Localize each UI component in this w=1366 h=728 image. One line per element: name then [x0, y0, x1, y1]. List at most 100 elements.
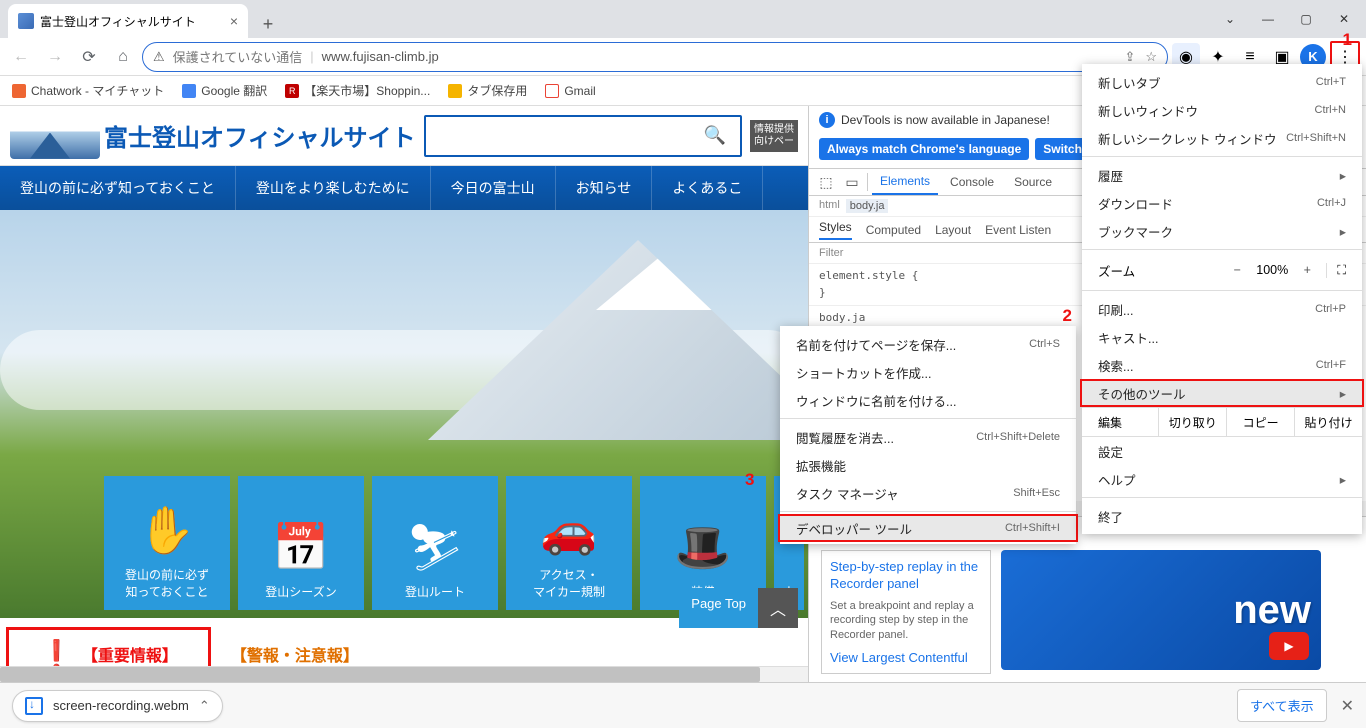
submenu-extensions[interactable]: 拡張機能 — [780, 451, 1076, 479]
download-bar: screen-recording.webm ⌃ すべて表示 ✕ — [0, 682, 1366, 728]
zoom-value: 100% — [1256, 263, 1288, 277]
submenu-developer-tools[interactable]: デベロッパー ツールCtrl+Shift+I — [778, 514, 1078, 542]
menu-incognito[interactable]: 新しいシークレット ウィンドウCtrl+Shift+N — [1082, 124, 1362, 152]
menu-copy[interactable]: コピー — [1227, 408, 1295, 437]
window-titlebar: 富士登山オフィシャルサイト × + ⌄ — ▢ ✕ — [0, 0, 1366, 38]
menu-cast[interactable]: キャスト... — [1082, 323, 1362, 351]
home-button[interactable]: ⌂ — [108, 42, 138, 72]
menu-history[interactable]: 履歴▸ — [1082, 161, 1362, 189]
share-icon[interactable]: ⇪ — [1124, 49, 1135, 65]
fullscreen-icon[interactable]: ⛶ — [1326, 263, 1346, 278]
info-provider-box[interactable]: 情報提供 向けペー — [750, 120, 798, 152]
tile-season[interactable]: 📅登山シーズン — [238, 476, 364, 610]
nav-item[interactable]: 今日の富士山 — [431, 166, 556, 210]
search-icon: 🔍 — [704, 125, 726, 146]
minimize-icon[interactable]: — — [1250, 4, 1286, 34]
tab-title: 富士登山オフィシャルサイト — [40, 13, 196, 30]
menu-cut[interactable]: 切り取り — [1159, 408, 1227, 437]
site-title: 富士登山オフィシャルサイト — [104, 118, 416, 153]
bookmark-item[interactable]: タブ保存用 — [448, 82, 527, 99]
submenu-task-manager[interactable]: タスク マネージャShift+Esc — [780, 479, 1076, 507]
page-viewport: 富士登山オフィシャルサイト 🔍 情報提供 向けペー 登山の前に必ず知っておくこと… — [0, 106, 808, 682]
zoom-in-button[interactable]: + — [1296, 263, 1318, 277]
download-chip[interactable]: screen-recording.webm ⌃ — [12, 690, 223, 722]
tab-close-icon[interactable]: × — [230, 13, 238, 29]
site-logo[interactable]: 富士登山オフィシャルサイト — [10, 113, 416, 159]
subtab-eventlisteners[interactable]: Event Listen — [985, 223, 1051, 237]
bookmark-item[interactable]: Google 翻訳 — [182, 82, 267, 99]
tile-access[interactable]: 🚗アクセス・ マイカー規制 — [506, 476, 632, 610]
maximize-icon[interactable]: ▢ — [1288, 4, 1324, 34]
menu-bookmarks[interactable]: ブックマーク▸ — [1082, 217, 1362, 245]
nav-item[interactable]: よくあるこ — [652, 166, 763, 210]
security-text: 保護されていない通信 — [173, 47, 303, 66]
bookmark-item[interactable]: R【楽天市場】Shoppin... — [285, 82, 430, 99]
chevron-up-icon[interactable]: ⌃ — [199, 698, 210, 714]
menu-find[interactable]: 検索...Ctrl+F — [1082, 351, 1362, 379]
back-button[interactable]: ← — [6, 42, 36, 72]
url-text: www.fujisan-climb.jp — [322, 49, 439, 64]
star-icon[interactable]: ☆ — [1145, 49, 1157, 65]
ski-icon: ⛷ — [406, 520, 464, 575]
chevron-down-icon[interactable]: ⌄ — [1212, 4, 1248, 34]
whatsnew-card[interactable]: Step-by-step replay in the Recorder pane… — [821, 550, 991, 674]
warning-box[interactable]: 【警報・注意報】 — [231, 642, 359, 666]
annotation-1: 1 — [1343, 30, 1352, 50]
menu-paste[interactable]: 貼り付け — [1295, 408, 1362, 437]
bookmark-item[interactable]: Chatwork - マイチャット — [12, 82, 164, 99]
car-icon: 🚗 — [540, 503, 597, 558]
chevron-up-icon: ︿ — [758, 588, 798, 628]
horizontal-scrollbar[interactable] — [0, 666, 808, 682]
site-search-input[interactable]: 🔍 — [424, 115, 742, 157]
chrome-menu: 新しいタブCtrl+T 新しいウィンドウCtrl+N 新しいシークレット ウィン… — [1082, 64, 1362, 534]
close-download-bar-icon[interactable]: ✕ — [1341, 696, 1354, 716]
new-tab-button[interactable]: + — [254, 10, 282, 38]
menu-exit[interactable]: 終了 — [1082, 502, 1362, 530]
subtab-computed[interactable]: Computed — [866, 223, 921, 237]
submenu-create-shortcut[interactable]: ショートカットを作成... — [780, 358, 1076, 386]
menu-more-tools[interactable]: その他のツール▸ — [1080, 379, 1364, 407]
forward-button[interactable]: → — [40, 42, 70, 72]
menu-new-window[interactable]: 新しいウィンドウCtrl+N — [1082, 96, 1362, 124]
inspect-icon[interactable]: ⬚ — [815, 174, 837, 191]
bookmark-icon — [12, 84, 26, 98]
info-icon: i — [819, 112, 835, 128]
bookmark-item[interactable]: Gmail — [545, 84, 595, 98]
menu-downloads[interactable]: ダウンロードCtrl+J — [1082, 189, 1362, 217]
submenu-save-page[interactable]: 名前を付けてページを保存...Ctrl+S — [780, 330, 1076, 358]
gmail-icon — [545, 84, 559, 98]
whatsnew-video-thumb[interactable]: new ▶ — [1001, 550, 1321, 670]
subtab-styles[interactable]: Styles — [819, 220, 852, 240]
menu-settings[interactable]: 設定 — [1082, 437, 1362, 465]
hero-image: ✋登山の前に必ず 知っておくこと 📅登山シーズン ⛷登山ルート 🚗アクセス・ マ… — [0, 210, 808, 618]
calendar-icon: 📅 — [272, 520, 329, 575]
submenu-name-window[interactable]: ウィンドウに名前を付ける... — [780, 386, 1076, 414]
reload-button[interactable]: ⟳ — [74, 42, 104, 72]
tile-route[interactable]: ⛷登山ルート — [372, 476, 498, 610]
tab-sources[interactable]: Source — [1006, 169, 1060, 195]
annotation-3: 3 — [745, 470, 754, 490]
nav-item[interactable]: 登山をより楽しむために — [236, 166, 431, 210]
menu-new-tab[interactable]: 新しいタブCtrl+T — [1082, 68, 1362, 96]
tile-before-climb[interactable]: ✋登山の前に必ず 知っておくこと — [104, 476, 230, 610]
tab-elements[interactable]: Elements — [872, 169, 938, 195]
submenu-clear-history[interactable]: 閲覧履歴を消去...Ctrl+Shift+Delete — [780, 423, 1076, 451]
play-icon: ▶ — [1269, 632, 1309, 660]
device-icon[interactable]: ▭ — [841, 174, 863, 191]
bookmark-icon — [182, 84, 196, 98]
match-language-button[interactable]: Always match Chrome's language — [819, 138, 1029, 160]
page-top-button[interactable]: Page Top ︿ — [679, 588, 798, 628]
menu-print[interactable]: 印刷...Ctrl+P — [1082, 295, 1362, 323]
address-bar[interactable]: ⚠ 保護されていない通信 | www.fujisan-climb.jp ⇪ ☆ — [142, 42, 1168, 72]
tab-console[interactable]: Console — [942, 169, 1002, 195]
subtab-layout[interactable]: Layout — [935, 223, 971, 237]
show-all-downloads-button[interactable]: すべて表示 — [1237, 689, 1327, 722]
browser-tab[interactable]: 富士登山オフィシャルサイト × — [8, 4, 248, 38]
hat-icon: 🎩 — [674, 520, 731, 575]
nav-item[interactable]: 登山の前に必ず知っておくこと — [0, 166, 236, 210]
zoom-out-button[interactable]: − — [1226, 263, 1248, 277]
nav-item[interactable]: お知らせ — [556, 166, 653, 210]
menu-help[interactable]: ヘルプ▸ — [1082, 465, 1362, 493]
more-tools-submenu: 名前を付けてページを保存...Ctrl+S ショートカットを作成... ウィンド… — [780, 326, 1076, 544]
bookmark-icon: R — [285, 84, 299, 98]
